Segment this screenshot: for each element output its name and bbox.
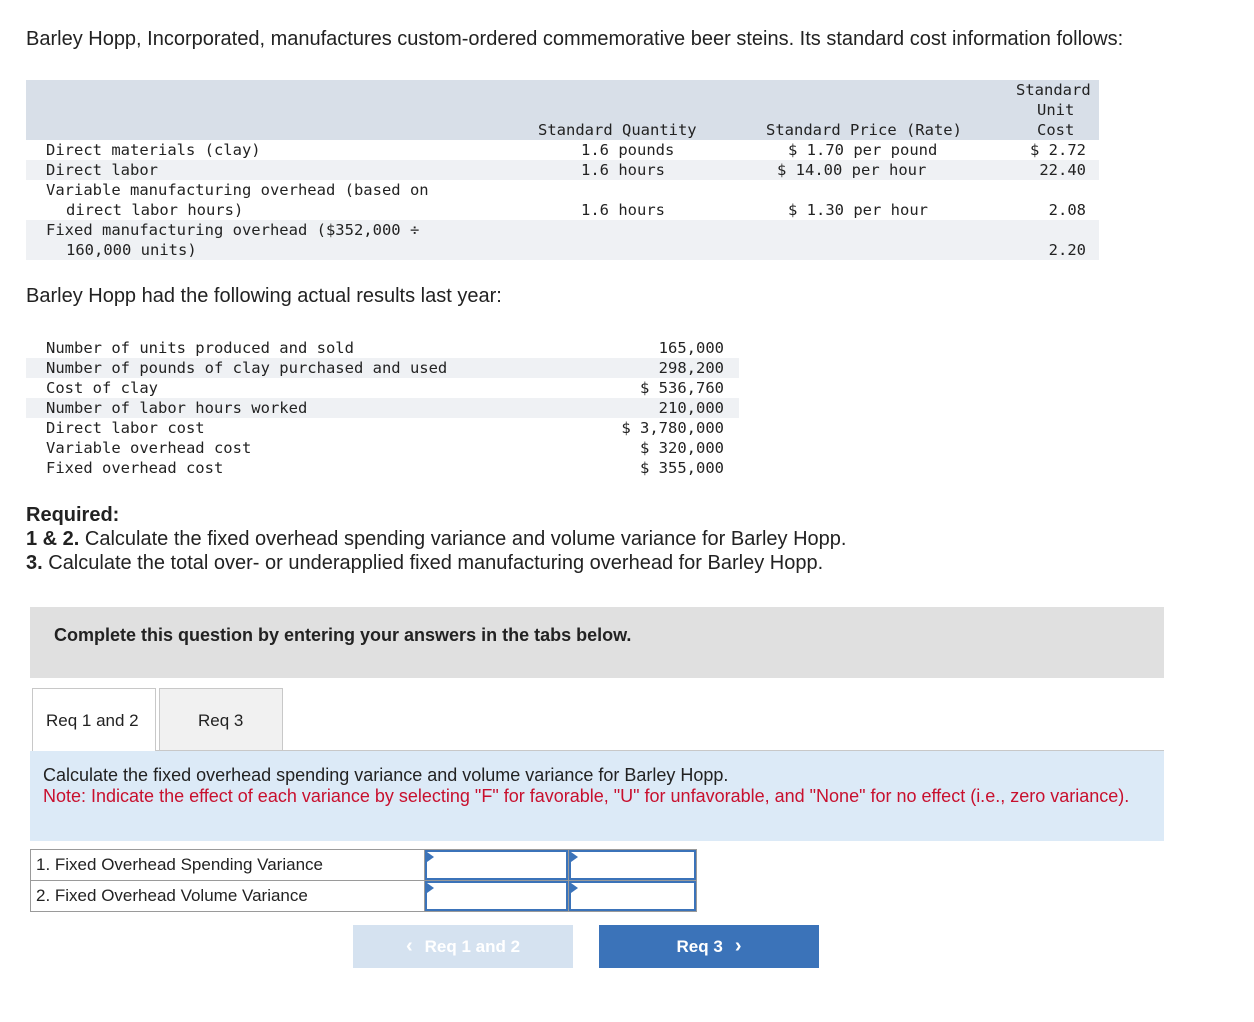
actual-results-title: Barley Hopp had the following actual res…	[26, 285, 502, 307]
prev-req-button[interactable]: ‹ Req 1 and 2	[353, 925, 573, 968]
standard-cost-table: Standard Quantity Standard Price (Rate) …	[26, 80, 1099, 260]
table-row: Number of units produced and sold 165,00…	[26, 338, 739, 358]
row-value: 165,000	[658, 339, 724, 357]
row-quantity: 1.6 hours	[581, 161, 665, 179]
row-cost: 2.20	[1048, 241, 1086, 259]
tab-req-3[interactable]: Req 3	[159, 688, 283, 751]
required-item: 3. Calculate the total over- or underapp…	[26, 552, 824, 574]
dropdown-marker-icon	[571, 852, 578, 862]
next-req-label: Req 3	[676, 936, 723, 956]
required-item: 1 & 2. Calculate the fixed overhead spen…	[26, 528, 847, 550]
row-value: 298,200	[658, 359, 724, 377]
header-standard-quantity: Standard Quantity	[538, 121, 697, 139]
table-header: Standard Quantity Standard Price (Rate) …	[26, 80, 1099, 140]
answer-label: 1. Fixed Overhead Spending Variance	[30, 849, 425, 881]
instructions-note: Note: Indicate the effect of each varian…	[43, 786, 1130, 806]
complete-prompt: Complete this question by entering your …	[30, 607, 1164, 678]
row-price: $ 14.00 per hour	[777, 161, 927, 179]
row-value: 210,000	[658, 399, 724, 417]
row-price: $ 1.30 per hour	[788, 201, 928, 219]
prev-req-label: Req 1 and 2	[424, 936, 521, 956]
row-label-cont: 160,000 units)	[66, 241, 197, 259]
next-req-button[interactable]: Req 3 ›	[599, 925, 819, 968]
header-unit-cost-1: Standard	[1016, 81, 1091, 99]
row-quantity: 1.6 hours	[581, 201, 665, 219]
row-cost: 2.08	[1048, 201, 1086, 219]
table-row: Direct labor cost $ 3,780,000	[26, 418, 739, 438]
table-row: Direct labor 1.6 hours $ 14.00 per hour …	[26, 160, 1099, 180]
row-label-cont: direct labor hours)	[66, 201, 244, 219]
volume-variance-effect-select[interactable]	[569, 881, 696, 911]
row-label: Number of units produced and sold	[46, 339, 354, 357]
row-value: $ 320,000	[640, 439, 724, 457]
row-label: Fixed overhead cost	[46, 459, 224, 477]
row-quantity: 1.6 pounds	[581, 141, 675, 159]
row-label: Cost of clay	[46, 379, 158, 397]
answer-row: 1. Fixed Overhead Spending Variance	[30, 849, 697, 881]
row-label: Variable manufacturing overhead (based o…	[46, 181, 429, 199]
spending-variance-amount-input[interactable]	[425, 850, 568, 880]
header-standard-price: Standard Price (Rate)	[766, 121, 962, 139]
table-row: Variable manufacturing overhead (based o…	[26, 180, 1099, 220]
chevron-left-icon: ‹	[405, 935, 413, 957]
row-cost: 22.40	[1039, 161, 1086, 179]
table-row: Direct materials (clay) 1.6 pounds $ 1.7…	[26, 140, 1099, 160]
header-unit-cost-2: Unit	[1037, 101, 1075, 119]
table-row: Variable overhead cost $ 320,000	[26, 438, 739, 458]
table-row: Fixed manufacturing overhead ($352,000 ÷…	[26, 220, 1099, 260]
answer-label: 2. Fixed Overhead Volume Variance	[30, 880, 425, 912]
table-row: Cost of clay $ 536,760	[26, 378, 739, 398]
instructions-box: Calculate the fixed overhead spending va…	[30, 751, 1164, 841]
answer-row: 2. Fixed Overhead Volume Variance	[30, 880, 697, 912]
tab-req-1-and-2[interactable]: Req 1 and 2	[32, 688, 156, 751]
row-label: Fixed manufacturing overhead ($352,000 ÷	[46, 221, 420, 239]
dropdown-marker-icon	[571, 883, 578, 893]
intro-text: Barley Hopp, Incorporated, manufactures …	[26, 28, 1124, 50]
row-price: $ 1.70 per pound	[788, 141, 938, 159]
row-label: Variable overhead cost	[46, 439, 252, 457]
row-label: Number of pounds of clay purchased and u…	[46, 359, 448, 377]
answer-table: 1. Fixed Overhead Spending Variance 2. F…	[30, 849, 697, 912]
spending-variance-effect-select[interactable]	[569, 850, 696, 880]
header-unit-cost-3: Cost	[1037, 121, 1075, 139]
row-label: Direct labor cost	[46, 419, 205, 437]
actual-results-table: Number of units produced and sold 165,00…	[26, 338, 739, 478]
volume-variance-amount-input[interactable]	[425, 881, 568, 911]
row-label: Number of labor hours worked	[46, 399, 308, 417]
row-value: $ 536,760	[640, 379, 724, 397]
required-title: Required:	[26, 504, 120, 526]
instructions-main: Calculate the fixed overhead spending va…	[43, 765, 729, 785]
table-row: Number of pounds of clay purchased and u…	[26, 358, 739, 378]
row-label: Direct materials (clay)	[46, 141, 261, 159]
row-cost: $ 2.72	[1030, 141, 1086, 159]
input-marker-icon	[427, 852, 434, 862]
table-row: Fixed overhead cost $ 355,000	[26, 458, 739, 478]
row-value: $ 355,000	[640, 459, 724, 477]
row-label: Direct labor	[46, 161, 158, 179]
row-value: $ 3,780,000	[621, 419, 724, 437]
required-section: Required: 1 & 2. Calculate the fixed ove…	[26, 503, 846, 575]
chevron-right-icon: ›	[734, 935, 742, 957]
table-row: Number of labor hours worked 210,000	[26, 398, 739, 418]
input-marker-icon	[427, 883, 434, 893]
